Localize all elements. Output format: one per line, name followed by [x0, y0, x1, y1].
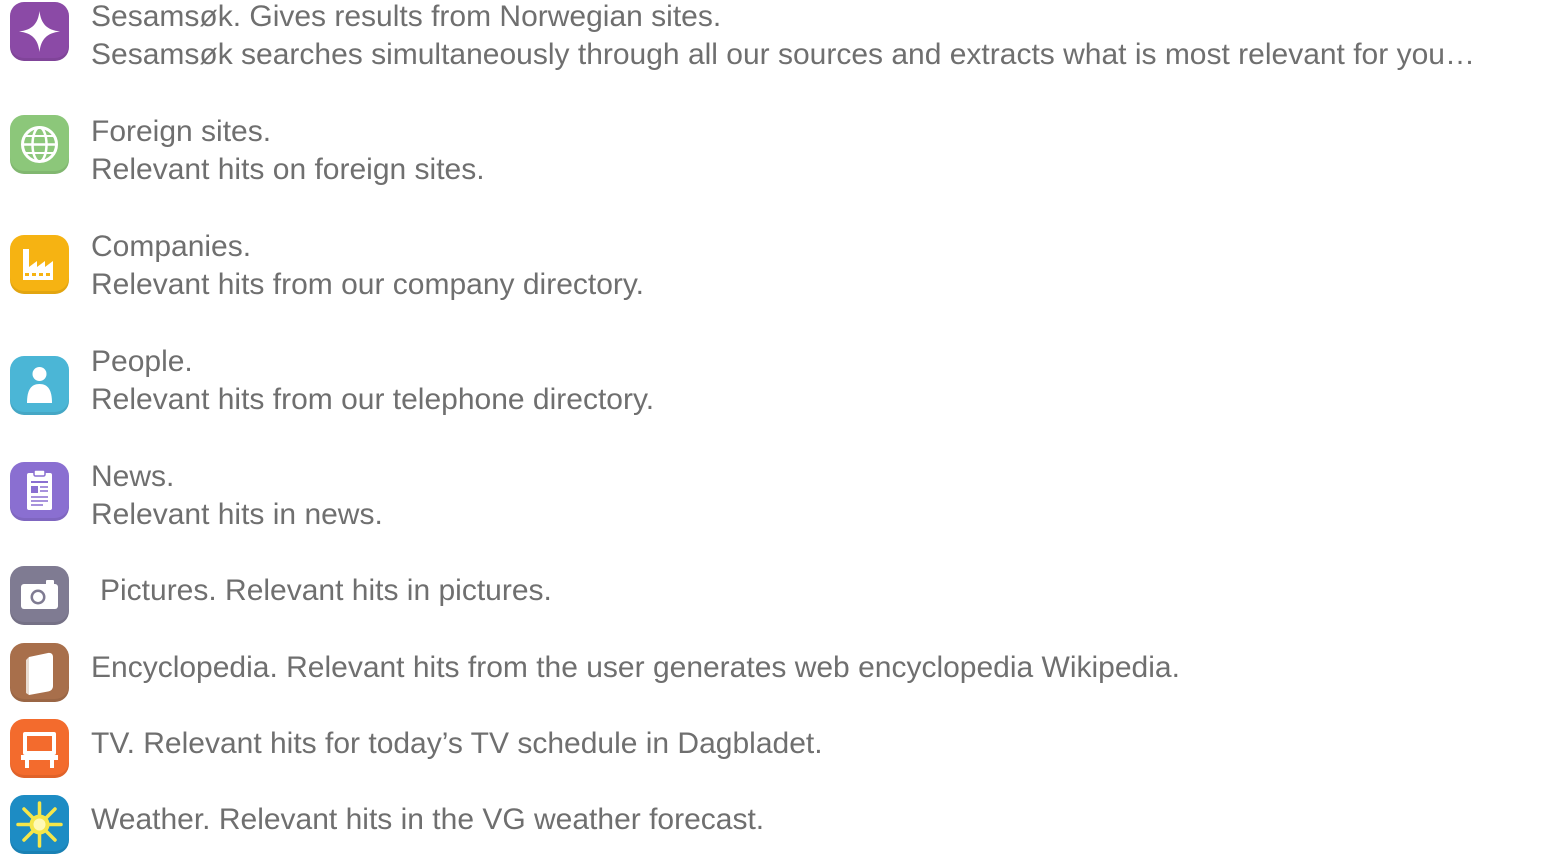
newspaper-clipboard-icon — [10, 462, 69, 521]
book-icon — [10, 643, 69, 702]
source-title: News. — [91, 460, 175, 493]
source-item-weather[interactable]: Weather. Relevant hits in the VG weather… — [0, 793, 1566, 854]
source-title: Sesamsøk. Gives results from Norwegian s… — [91, 0, 722, 33]
source-item-pictures[interactable]: Pictures. Relevant hits in pictures. — [0, 564, 1566, 626]
source-item-foreign-sites[interactable]: Foreign sites. Relevant hits on foreign … — [0, 112, 1566, 192]
source-title: Foreign sites. — [91, 115, 272, 148]
source-item-news[interactable]: News. Relevant hits in news. — [0, 457, 1566, 537]
factory-icon — [10, 235, 69, 294]
person-icon — [10, 356, 69, 415]
sparkle-star-icon — [10, 2, 69, 61]
source-item-tv[interactable]: TV. Relevant hits for today’s TV schedul… — [0, 717, 1566, 779]
source-text: Weather. Relevant hits in the VG weather… — [91, 803, 765, 836]
sun-icon — [10, 795, 69, 854]
source-item-companies[interactable]: Companies. Relevant hits from our compan… — [0, 227, 1566, 307]
source-item-people[interactable]: People. Relevant hits from our telephone… — [0, 342, 1566, 422]
source-description: Sesamsøk searches simultaneously through… — [91, 38, 1475, 71]
source-text: Encyclopedia. Relevant hits from the use… — [91, 651, 1180, 684]
source-description: Relevant hits on foreign sites. — [91, 153, 485, 186]
source-item-encyclopedia[interactable]: Encyclopedia. Relevant hits from the use… — [0, 641, 1566, 703]
camera-icon — [10, 566, 69, 625]
source-description: Relevant hits from our telephone directo… — [91, 383, 655, 416]
globe-icon — [10, 115, 69, 174]
source-description: Relevant hits from our company directory… — [91, 268, 644, 301]
source-description: Relevant hits in news. — [91, 498, 383, 531]
source-title: People. — [91, 345, 193, 378]
source-item-sesamsok[interactable]: Sesamsøk. Gives results from Norwegian s… — [0, 0, 1566, 80]
source-text: TV. Relevant hits for today’s TV schedul… — [91, 727, 823, 760]
source-text: Pictures. Relevant hits in pictures. — [100, 574, 552, 607]
tv-icon — [10, 719, 69, 778]
source-title: Companies. — [91, 230, 252, 263]
